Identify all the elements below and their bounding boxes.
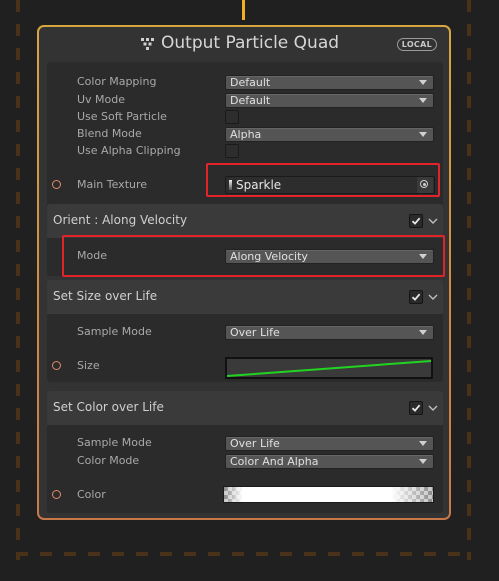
uv-mode-row: Uv Mode Default	[47, 91, 443, 109]
dropdown-arrow-icon	[419, 459, 427, 464]
dropdown-arrow-icon	[419, 80, 427, 85]
chevron-down-icon[interactable]	[428, 404, 438, 412]
blend-mode-value: Alpha	[230, 128, 262, 141]
input-port-icon[interactable]	[52, 361, 61, 370]
particle-output-icon	[141, 38, 154, 50]
checkmark-icon	[411, 217, 421, 225]
use-alpha-clipping-label: Use Alpha Clipping	[77, 144, 181, 157]
flow-edge	[242, 0, 245, 20]
checkmark-icon	[411, 404, 421, 412]
group-border-right	[467, 0, 471, 560]
color-enabled-checkbox[interactable]	[409, 401, 423, 415]
color-mapping-row: Color Mapping Default	[47, 73, 443, 91]
color-mode-dropdown[interactable]: Color And Alpha	[225, 454, 434, 469]
size-block-header[interactable]: Set Size over Life	[47, 280, 443, 314]
orient-block-title: Orient : Along Velocity	[53, 213, 188, 227]
color-gradient-field[interactable]	[223, 486, 434, 503]
color-mapping-value: Default	[230, 76, 271, 89]
color-sample-mode-label: Sample Mode	[77, 436, 152, 449]
blend-mode-label: Blend Mode	[77, 127, 142, 140]
chevron-down-icon[interactable]	[428, 293, 438, 301]
node-title: Output Particle Quad	[161, 33, 340, 53]
size-sample-mode-label: Sample Mode	[77, 325, 152, 338]
uv-mode-dropdown[interactable]: Default	[225, 93, 434, 108]
size-enabled-checkbox[interactable]	[409, 290, 423, 304]
space-badge[interactable]: LOCAL	[396, 38, 437, 51]
main-texture-label: Main Texture	[77, 178, 148, 191]
dropdown-arrow-icon	[419, 132, 427, 137]
use-alpha-clipping-row: Use Alpha Clipping	[47, 142, 443, 160]
color-block-body: Sample Mode Over Life Color Mode Color A…	[47, 425, 443, 513]
size-sample-mode-value: Over Life	[230, 326, 280, 339]
dropdown-arrow-icon	[419, 330, 427, 335]
color-sample-mode-value: Over Life	[230, 437, 280, 450]
group-border-left	[16, 0, 20, 560]
uv-mode-label: Uv Mode	[77, 93, 126, 106]
color-label: Color	[77, 488, 106, 501]
group-border-bottom	[16, 552, 471, 556]
node-title-bar[interactable]: Output Particle Quad LOCAL	[39, 27, 449, 59]
size-curve-field[interactable]	[225, 357, 433, 379]
dropdown-arrow-icon	[419, 98, 427, 103]
blend-mode-dropdown[interactable]: Alpha	[225, 127, 434, 142]
size-block-body: Sample Mode Over Life Size	[47, 314, 443, 382]
highlight-main-texture	[206, 163, 440, 197]
color-mode-value: Color And Alpha	[230, 455, 319, 468]
color-mapping-label: Color Mapping	[77, 75, 157, 88]
use-soft-particle-row: Use Soft Particle	[47, 108, 443, 126]
use-alpha-clipping-checkbox[interactable]	[225, 144, 239, 158]
input-port-icon[interactable]	[52, 180, 61, 189]
color-block-header[interactable]: Set Color over Life	[47, 391, 443, 425]
color-sample-mode-row: Sample Mode Over Life	[47, 434, 443, 452]
size-block-title: Set Size over Life	[53, 289, 158, 303]
color-sample-mode-dropdown[interactable]: Over Life	[225, 436, 434, 451]
highlight-orient-mode	[62, 235, 445, 277]
dropdown-arrow-icon	[419, 441, 427, 446]
size-label: Size	[77, 359, 100, 372]
orient-enabled-checkbox[interactable]	[409, 214, 423, 228]
uv-mode-value: Default	[230, 94, 271, 107]
size-curve-row: Size	[47, 357, 443, 379]
orient-block-header[interactable]: Orient : Along Velocity	[47, 204, 443, 238]
color-mode-label: Color Mode	[77, 454, 140, 467]
color-mapping-dropdown[interactable]: Default	[225, 75, 434, 90]
size-sample-mode-row: Sample Mode Over Life	[47, 323, 443, 341]
blend-mode-row: Blend Mode Alpha	[47, 125, 443, 143]
curve-line	[227, 360, 431, 377]
use-soft-particle-label: Use Soft Particle	[77, 110, 167, 123]
input-port-icon[interactable]	[52, 490, 61, 499]
chevron-down-icon[interactable]	[428, 217, 438, 225]
checkmark-icon	[411, 293, 421, 301]
color-gradient-row: Color	[47, 486, 443, 504]
color-mode-row: Color Mode Color And Alpha	[47, 452, 443, 470]
use-soft-particle-checkbox[interactable]	[225, 110, 239, 124]
color-block-title: Set Color over Life	[53, 400, 164, 414]
size-sample-mode-dropdown[interactable]: Over Life	[225, 325, 434, 340]
